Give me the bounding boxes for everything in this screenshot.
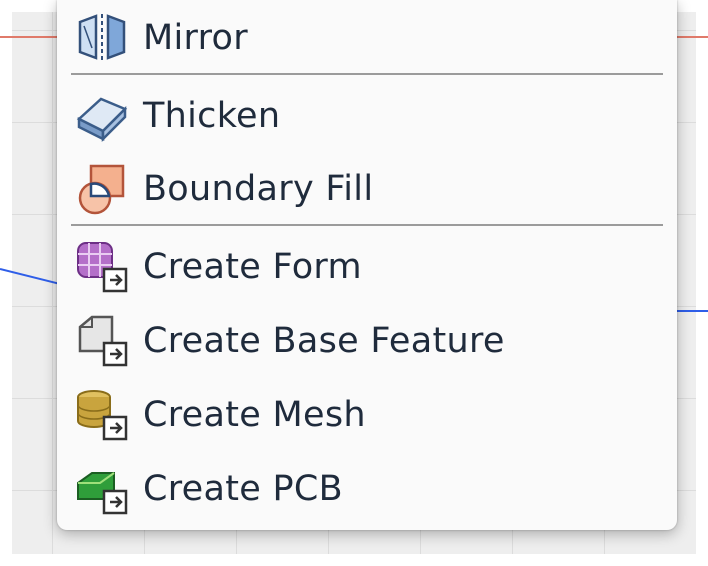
boundary-fill-icon bbox=[73, 160, 131, 218]
menu-item-create-form[interactable]: Create Form bbox=[57, 233, 677, 301]
menu-item-label: Mirror bbox=[143, 18, 248, 58]
sketch-line-right bbox=[676, 310, 708, 312]
menu-item-boundary-fill[interactable]: Boundary Fill bbox=[57, 155, 677, 223]
menu-item-label: Create Form bbox=[143, 247, 362, 287]
canvas-bottom-margin bbox=[0, 554, 708, 566]
menu-item-label: Boundary Fill bbox=[143, 169, 374, 209]
menu-item-label: Thicken bbox=[143, 96, 281, 136]
menu-item-create-pcb[interactable]: Create PCB bbox=[57, 455, 677, 523]
menu-item-label: Create Mesh bbox=[143, 395, 366, 435]
menu-separator bbox=[71, 224, 663, 226]
canvas-left-margin bbox=[0, 0, 12, 566]
menu-item-mirror[interactable]: Mirror bbox=[57, 4, 677, 72]
mirror-icon bbox=[73, 9, 131, 67]
menu-item-label: Create Base Feature bbox=[143, 321, 505, 361]
menu-item-create-base-feature[interactable]: Create Base Feature bbox=[57, 307, 677, 375]
create-form-icon bbox=[73, 238, 131, 296]
menu-item-create-mesh[interactable]: Create Mesh bbox=[57, 381, 677, 449]
menu-item-label: Create PCB bbox=[143, 469, 343, 509]
menu-item-thicken[interactable]: Thicken bbox=[57, 82, 677, 150]
context-menu: Mirror Thicken Boundary Fill Create Form… bbox=[57, 0, 677, 530]
thicken-icon bbox=[73, 87, 131, 145]
menu-separator bbox=[71, 73, 663, 75]
create-mesh-icon bbox=[73, 386, 131, 444]
canvas-right-margin bbox=[696, 0, 708, 566]
create-base-feature-icon bbox=[73, 312, 131, 370]
create-pcb-icon bbox=[73, 460, 131, 518]
